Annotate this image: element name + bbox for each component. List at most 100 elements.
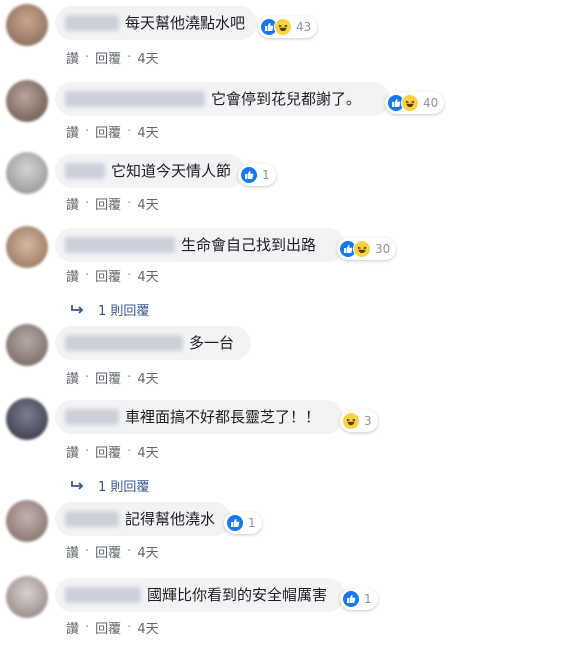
haha-reaction-icon <box>401 94 419 112</box>
comment-age[interactable]: 4天 <box>137 542 158 561</box>
reaction-summary[interactable]: 40 <box>385 92 445 114</box>
separator: · <box>127 268 132 283</box>
separator: · <box>85 544 90 559</box>
comment-bubble: 它知道今天情人節 <box>55 154 245 188</box>
view-replies-link[interactable]: 1 則回覆 <box>70 476 149 495</box>
haha-reaction-icon <box>342 412 360 430</box>
like-link[interactable]: 讚 <box>66 266 79 285</box>
like-reaction-icon <box>342 590 360 608</box>
avatar[interactable] <box>6 152 48 194</box>
avatar[interactable] <box>6 324 48 366</box>
comment-bubble: 國輝比你看到的安全帽厲害 <box>55 578 345 612</box>
comment-bubble: 生命會自己找到出路 <box>55 228 345 262</box>
separator: · <box>127 124 132 139</box>
comment-text: 國輝比你看到的安全帽厲害 <box>147 586 328 604</box>
reply-link[interactable]: 回覆 <box>95 442 121 461</box>
like-link[interactable]: 讚 <box>66 194 79 213</box>
separator: · <box>127 370 132 385</box>
separator: · <box>85 268 90 283</box>
like-link[interactable]: 讚 <box>66 48 79 67</box>
commenter-name[interactable] <box>65 15 119 31</box>
comment-text: 記得幫他澆水 <box>125 510 216 528</box>
reply-link[interactable]: 回覆 <box>95 618 121 637</box>
comment-age[interactable]: 4天 <box>137 618 158 637</box>
separator: · <box>127 444 132 459</box>
commenter-name[interactable] <box>65 511 119 527</box>
comment-bubble: 記得幫他澆水 <box>55 502 231 536</box>
reaction-count: 40 <box>423 96 439 110</box>
separator: · <box>127 196 132 211</box>
comment-bubble: 它會停到花兒都謝了。 <box>55 82 390 116</box>
reaction-summary[interactable]: 43 <box>258 16 318 38</box>
avatar[interactable] <box>6 80 48 122</box>
avatar[interactable] <box>6 4 48 46</box>
comment-text: 它會停到花兒都謝了。 <box>211 90 362 108</box>
like-reaction-icon <box>240 166 258 184</box>
view-replies-link[interactable]: 1 則回覆 <box>70 300 149 319</box>
comment-age[interactable]: 4天 <box>137 368 158 387</box>
comment-text: 多一台 <box>189 334 235 352</box>
commenter-name[interactable] <box>65 163 105 179</box>
comment-actions: 讚 · 回覆 · 4天 <box>66 48 159 67</box>
reply-link[interactable]: 回覆 <box>95 266 121 285</box>
comment-actions: 讚 · 回覆 · 4天 <box>66 122 159 141</box>
replies-count[interactable]: 1 則回覆 <box>98 476 149 495</box>
like-reaction-icon <box>226 514 244 532</box>
separator: · <box>85 124 90 139</box>
like-link[interactable]: 讚 <box>66 368 79 387</box>
comment-age[interactable]: 4天 <box>137 442 158 461</box>
reaction-summary[interactable]: 30 <box>337 238 397 260</box>
reply-link[interactable]: 回覆 <box>95 122 121 141</box>
avatar[interactable] <box>6 500 48 542</box>
comment-actions: 讚 · 回覆 · 4天 <box>66 368 159 387</box>
reaction-summary[interactable]: 1 <box>224 512 262 534</box>
replies-count[interactable]: 1 則回覆 <box>98 300 149 319</box>
separator: · <box>127 620 132 635</box>
avatar[interactable] <box>6 576 48 618</box>
reaction-summary[interactable]: 1 <box>238 164 276 186</box>
reaction-summary[interactable]: 3 <box>340 410 378 432</box>
comment-age[interactable]: 4天 <box>137 194 158 213</box>
avatar[interactable] <box>6 398 48 440</box>
reply-arrow-icon <box>71 480 84 490</box>
comment-age[interactable]: 4天 <box>137 48 158 67</box>
like-link[interactable]: 讚 <box>66 442 79 461</box>
reaction-count: 1 <box>248 516 256 530</box>
commenter-name[interactable] <box>65 587 141 603</box>
comment-actions: 讚 · 回覆 · 4天 <box>66 266 159 285</box>
commenter-name[interactable] <box>65 409 119 425</box>
reply-link[interactable]: 回覆 <box>95 368 121 387</box>
commenter-name[interactable] <box>65 237 175 253</box>
reaction-count: 3 <box>364 414 372 428</box>
reply-arrow-icon <box>71 304 84 314</box>
separator: · <box>85 196 90 211</box>
comment-actions: 讚 · 回覆 · 4天 <box>66 194 159 213</box>
commenter-name[interactable] <box>65 335 183 351</box>
haha-reaction-icon <box>274 18 292 36</box>
reply-link[interactable]: 回覆 <box>95 542 121 561</box>
reply-link[interactable]: 回覆 <box>95 194 121 213</box>
haha-reaction-icon <box>353 240 371 258</box>
separator: · <box>85 620 90 635</box>
comment-age[interactable]: 4天 <box>137 266 158 285</box>
separator: · <box>127 544 132 559</box>
separator: · <box>85 50 90 65</box>
comment-age[interactable]: 4天 <box>137 122 158 141</box>
separator: · <box>85 370 90 385</box>
comment-bubble: 多一台 <box>55 326 251 360</box>
comment-thread: 每天幫他澆點水吧 43 讚 · 回覆 · 4天 它會停到花兒都謝了。 40 讚 <box>0 0 570 645</box>
like-link[interactable]: 讚 <box>66 542 79 561</box>
comment-text: 每天幫他澆點水吧 <box>124 14 245 32</box>
comment-bubble: 每天幫他澆點水吧 <box>55 6 257 40</box>
commenter-name[interactable] <box>65 91 205 107</box>
comment-bubble: 車裡面搞不好都長靈芝了！！ <box>55 400 343 434</box>
avatar[interactable] <box>6 226 48 268</box>
reaction-count: 1 <box>364 592 372 606</box>
reply-link[interactable]: 回覆 <box>95 48 121 67</box>
comment-actions: 讚 · 回覆 · 4天 <box>66 442 159 461</box>
reaction-summary[interactable]: 1 <box>340 588 378 610</box>
like-link[interactable]: 讚 <box>66 618 79 637</box>
comment-text: 生命會自己找到出路 <box>181 236 317 254</box>
like-link[interactable]: 讚 <box>66 122 79 141</box>
comment-text: 它知道今天情人節 <box>111 162 232 180</box>
